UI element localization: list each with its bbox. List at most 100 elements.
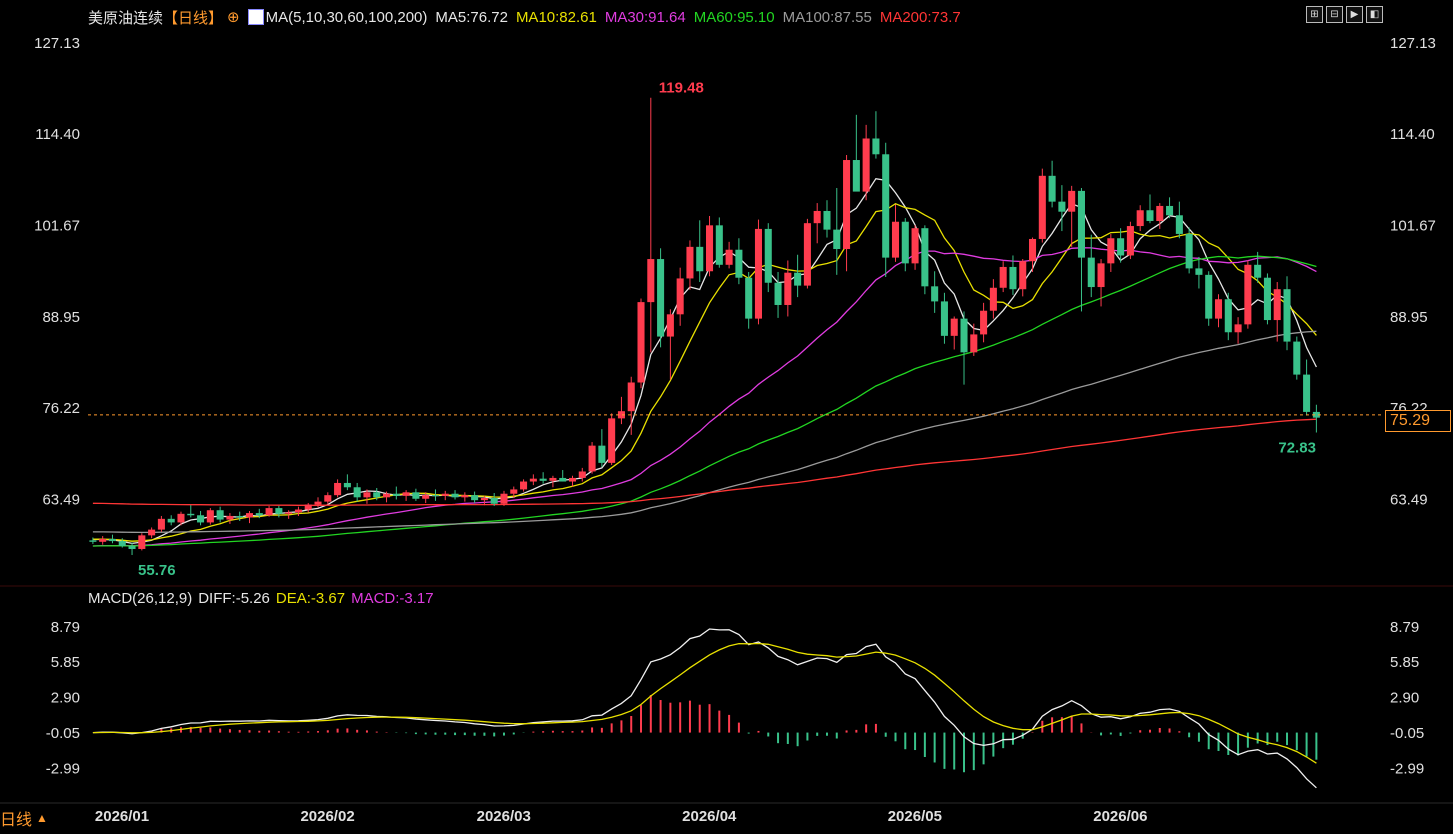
candle-body <box>343 482 351 488</box>
macd-diff-line <box>92 628 1317 789</box>
ma100-line <box>92 330 1317 534</box>
candle-body <box>637 302 645 383</box>
candle-body <box>294 509 302 513</box>
candle-body <box>1077 190 1085 258</box>
split-icon[interactable]: ⊟ <box>1326 6 1343 23</box>
candle-body <box>588 445 596 472</box>
candle-body <box>118 541 126 547</box>
candle-body <box>138 535 146 549</box>
candle-body <box>529 478 537 482</box>
price-tick-left: 76.22 <box>42 400 80 417</box>
last-price-label: 75.29 <box>1385 410 1451 432</box>
candle-body <box>373 492 381 498</box>
candle-body <box>500 493 508 504</box>
play-icon[interactable]: ▶ <box>1346 6 1363 23</box>
ma60-line <box>92 255 1317 547</box>
candle-body <box>901 221 909 264</box>
candle-body <box>833 229 841 250</box>
candle-body <box>696 246 704 272</box>
candle-body <box>510 489 518 494</box>
candle-body <box>1175 215 1183 234</box>
candle-body <box>774 282 782 305</box>
candle-body <box>921 228 929 287</box>
candle-body <box>1166 205 1174 216</box>
instrument-name: 美原油连续 <box>88 9 164 27</box>
candle-body <box>882 154 890 258</box>
price-tick-right: 63.49 <box>1390 492 1428 509</box>
candle-body <box>226 515 234 520</box>
candle-body <box>989 287 997 311</box>
period-tag[interactable]: 【日线】 <box>163 7 223 28</box>
candle-body <box>363 492 371 498</box>
ma200-value: MA200:73.7 <box>879 8 961 26</box>
candle-body <box>1303 374 1311 412</box>
macd-tick-right: 2.90 <box>1390 690 1419 707</box>
macd-params[interactable]: MACD(26,12,9) <box>88 590 192 607</box>
candle-body <box>549 477 557 481</box>
candle-body <box>206 510 214 523</box>
ma30-value: MA30:91.64 <box>604 8 686 26</box>
candle-body <box>823 210 831 230</box>
candle-body <box>627 382 635 412</box>
ma-params[interactable]: MA(5,10,30,60,100,200) <box>266 9 428 26</box>
candle-body <box>1126 226 1134 256</box>
candle-body <box>725 249 733 265</box>
main-chart-header: 美原油连续 【日线】 ⊕ MA(5,10,30,60,100,200) MA5:… <box>88 6 969 28</box>
macd-tick-right: -2.99 <box>1390 761 1424 778</box>
candle-body <box>657 259 665 337</box>
period-selector[interactable]: 日线 ▲ <box>0 806 48 830</box>
candle-body <box>559 477 567 482</box>
indicator-icon[interactable] <box>247 9 264 25</box>
low-annotation: 55.76 <box>138 562 176 579</box>
crosshair-icon[interactable]: ⊕ <box>227 8 240 26</box>
candle-body <box>568 477 577 482</box>
candle-body <box>177 513 185 523</box>
candle-body <box>980 310 988 335</box>
candle-body <box>1117 238 1125 256</box>
price-tick-right: 101.67 <box>1390 218 1436 235</box>
candle-body <box>353 487 361 498</box>
candle-body <box>431 495 439 497</box>
candle-body <box>891 221 900 258</box>
x-tick-label: 2026/03 <box>477 808 531 825</box>
candle-body <box>1087 257 1095 288</box>
candle-body <box>784 272 792 305</box>
candle-body <box>1156 205 1164 222</box>
candle-body <box>598 445 606 463</box>
candle-body <box>852 160 860 192</box>
candle-body <box>1273 289 1281 321</box>
candle-body <box>715 225 723 265</box>
candle-body <box>1293 341 1301 375</box>
price-tick-left: 88.95 <box>42 309 80 326</box>
candle-body <box>1019 261 1027 290</box>
macd-tick-left: -2.99 <box>46 761 80 778</box>
macd-value: MACD:-3.17 <box>351 590 434 607</box>
candle-body <box>931 286 939 302</box>
macd-tick-left: -0.05 <box>46 725 80 742</box>
x-tick-label: 2026/05 <box>888 808 942 825</box>
macd-tick-right: 5.85 <box>1390 654 1419 671</box>
panel-icon[interactable]: ◧ <box>1366 6 1383 23</box>
candle-body <box>647 259 655 303</box>
layout-icon[interactable]: ⊞ <box>1306 6 1323 23</box>
candle-body <box>539 478 547 481</box>
candle-body <box>1048 175 1056 202</box>
candle-body <box>216 510 224 520</box>
macd-dea-line <box>92 642 1317 764</box>
candle-body <box>1038 175 1046 239</box>
candle-body <box>128 546 136 549</box>
candle-body <box>970 334 978 353</box>
chart-canvas[interactable]: 127.13 127.13 114.40 114.40 101.67 101.67 88.9… <box>0 0 1453 834</box>
candle-body <box>197 515 205 523</box>
candle-body <box>578 471 586 478</box>
candle-body <box>108 538 116 542</box>
candle-body <box>803 223 811 286</box>
candle-body <box>275 508 283 514</box>
candle-body <box>940 301 948 336</box>
candle-body <box>148 529 156 536</box>
candle-body <box>1263 277 1271 321</box>
price-tick-left: 101.67 <box>34 218 80 235</box>
candle-body <box>471 495 479 501</box>
macd-diff: DIFF:-5.26 <box>198 590 270 607</box>
candle-body <box>1107 238 1115 264</box>
